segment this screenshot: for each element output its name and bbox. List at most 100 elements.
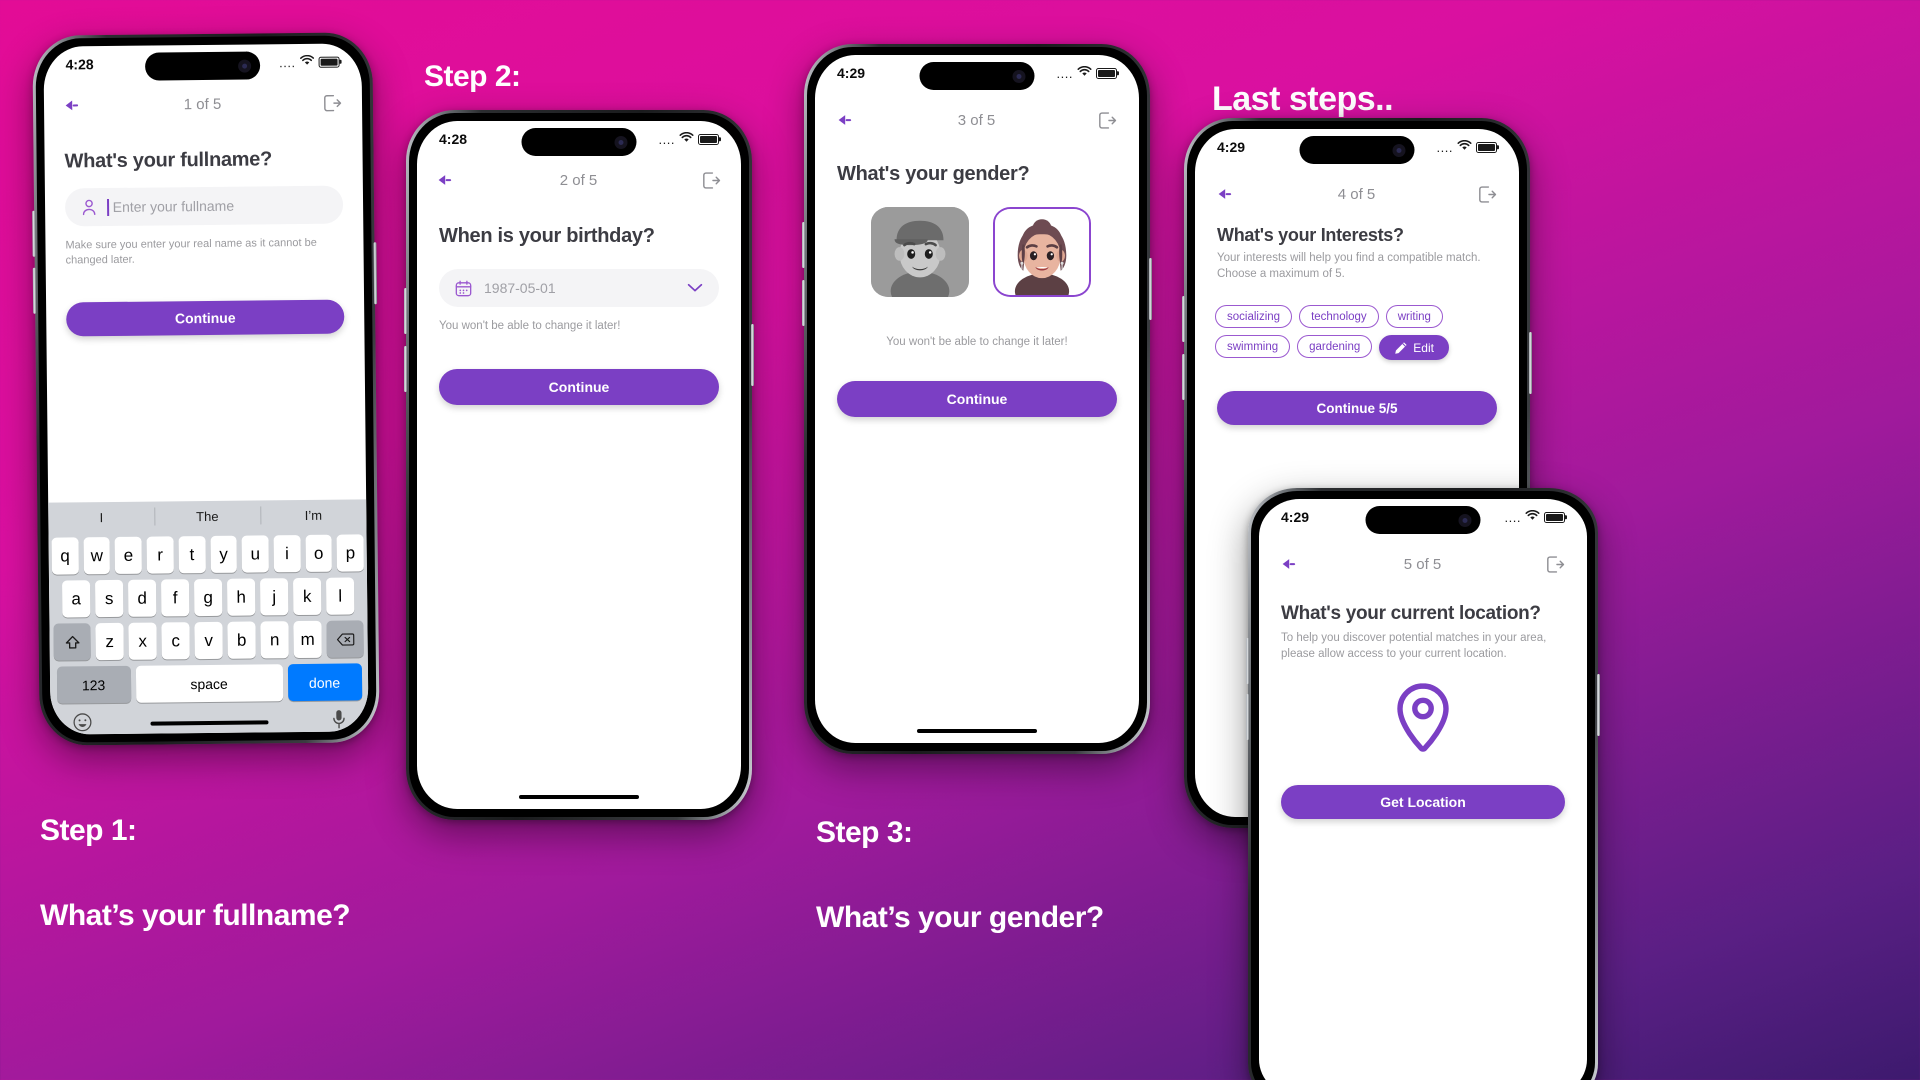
- fullname-placeholder: Enter your fullname: [112, 197, 235, 215]
- wifi-icon: [1525, 508, 1540, 526]
- location-pin-icon: [1259, 681, 1587, 755]
- key-q[interactable]: q: [51, 537, 79, 575]
- edit-interests-button[interactable]: Edit: [1379, 335, 1449, 360]
- key-n[interactable]: n: [260, 621, 289, 659]
- step-indicator: 4 of 5: [1337, 185, 1376, 203]
- interest-tag-writing[interactable]: writing: [1385, 305, 1443, 328]
- pencil-icon: [1395, 341, 1407, 354]
- gender-option-male[interactable]: [871, 207, 969, 297]
- continue-button[interactable]: Continue 5/5: [1217, 391, 1497, 425]
- exit-button[interactable]: [700, 170, 721, 191]
- key-x[interactable]: x: [128, 622, 157, 660]
- gender-option-female[interactable]: [993, 207, 1091, 297]
- volume-button[interactable]: [802, 222, 805, 268]
- power-button[interactable]: [1597, 674, 1600, 736]
- back-button[interactable]: [437, 173, 457, 187]
- exit-button[interactable]: [1544, 554, 1565, 575]
- volume-button[interactable]: [1182, 296, 1185, 342]
- page-title: What's your Interests?: [1217, 225, 1404, 245]
- power-button[interactable]: [373, 242, 378, 305]
- interest-tag-socializing[interactable]: socializing: [1215, 305, 1293, 328]
- nav-bar: 3 of 5: [815, 105, 1139, 135]
- text-caret: [106, 198, 109, 216]
- home-indicator[interactable]: [519, 795, 639, 799]
- birthday-picker[interactable]: 1987-05-01: [439, 269, 719, 307]
- space-key[interactable]: space: [135, 664, 283, 703]
- back-button[interactable]: [1281, 557, 1301, 571]
- power-button[interactable]: [751, 324, 754, 386]
- exit-button[interactable]: [1476, 184, 1497, 205]
- volume-down-button[interactable]: [1246, 694, 1249, 740]
- key-b[interactable]: b: [227, 621, 256, 659]
- back-button[interactable]: [1217, 187, 1237, 201]
- cellular-icon: ....: [279, 54, 296, 70]
- keyboard-row-3: z x c v b n m: [49, 614, 367, 661]
- battery-icon: [1096, 67, 1117, 79]
- volume-down-button[interactable]: [802, 280, 805, 326]
- exit-button[interactable]: [321, 92, 342, 113]
- key-d[interactable]: d: [127, 579, 157, 617]
- key-y[interactable]: y: [210, 535, 238, 573]
- key-u[interactable]: u: [241, 535, 269, 573]
- key-o[interactable]: o: [305, 534, 333, 572]
- numbers-key[interactable]: 123: [56, 665, 131, 704]
- backspace-key[interactable]: [326, 620, 364, 658]
- key-f[interactable]: f: [160, 579, 190, 617]
- front-camera: [1012, 69, 1026, 83]
- volume-button[interactable]: [32, 210, 36, 257]
- key-a[interactable]: a: [61, 580, 91, 618]
- step-indicator: 5 of 5: [1403, 555, 1442, 573]
- fullname-input[interactable]: Enter your fullname: [64, 185, 344, 227]
- prediction-3[interactable]: I’m: [260, 507, 366, 523]
- key-v[interactable]: v: [194, 621, 223, 660]
- back-button[interactable]: [837, 113, 857, 127]
- key-p[interactable]: p: [336, 534, 364, 572]
- volume-down-button[interactable]: [404, 346, 407, 392]
- key-l[interactable]: l: [325, 577, 355, 615]
- back-button[interactable]: [64, 98, 84, 112]
- exit-button[interactable]: [1096, 110, 1117, 131]
- status-time: 4:28: [439, 131, 468, 147]
- caption-step-1-line2: What’s your fullname?: [40, 898, 351, 932]
- keyboard[interactable]: I The I’m q w e r t y u i o p a s d f g …: [48, 499, 369, 735]
- location-subtitle: To help you discover potential matches i…: [1281, 632, 1547, 660]
- key-c[interactable]: c: [161, 622, 190, 660]
- prediction-divider-1: [154, 507, 156, 526]
- key-k[interactable]: k: [292, 577, 322, 616]
- power-button[interactable]: [1149, 258, 1152, 320]
- power-button[interactable]: [1529, 332, 1532, 394]
- phone-location: 4:29 .... 5 of 5 What's your current loc…: [1246, 488, 1600, 1080]
- interest-tag-swimming[interactable]: swimming: [1215, 335, 1291, 358]
- phone-fullname: 4:28 .... 1 of 5 What's your fullname? E…: [32, 32, 380, 746]
- volume-down-button[interactable]: [1182, 354, 1185, 400]
- interest-tag-gardening[interactable]: gardening: [1297, 335, 1373, 358]
- home-indicator[interactable]: [917, 729, 1037, 733]
- key-m[interactable]: m: [293, 620, 322, 659]
- key-w[interactable]: w: [83, 537, 111, 575]
- key-r[interactable]: r: [146, 536, 174, 574]
- phone-frame: 4:29 .... 3 of 5 What's your gender? You…: [802, 44, 1152, 754]
- interest-tag-technology[interactable]: technology: [1299, 305, 1379, 328]
- prediction-bar[interactable]: I The I’m: [48, 499, 366, 532]
- key-h[interactable]: h: [226, 578, 256, 616]
- continue-button[interactable]: Continue: [837, 381, 1117, 417]
- continue-button[interactable]: Continue: [439, 369, 719, 405]
- volume-button[interactable]: [1246, 638, 1249, 684]
- key-i[interactable]: i: [273, 535, 301, 573]
- volume-button[interactable]: [404, 288, 407, 334]
- prediction-1[interactable]: I: [48, 509, 154, 525]
- key-z[interactable]: z: [95, 622, 124, 661]
- key-t[interactable]: t: [178, 536, 206, 574]
- done-key[interactable]: done: [287, 663, 362, 702]
- keyboard-bottom-bar: [50, 700, 368, 732]
- volume-down-button[interactable]: [32, 267, 37, 314]
- key-e[interactable]: e: [114, 536, 143, 574]
- continue-button[interactable]: Continue: [66, 299, 345, 337]
- shift-key[interactable]: [53, 623, 91, 661]
- get-location-button[interactable]: Get Location: [1281, 785, 1565, 819]
- prediction-2[interactable]: The: [154, 508, 260, 524]
- key-s[interactable]: s: [94, 579, 124, 618]
- wifi-icon: [1077, 64, 1092, 82]
- key-g[interactable]: g: [193, 578, 223, 617]
- key-j[interactable]: j: [259, 578, 289, 616]
